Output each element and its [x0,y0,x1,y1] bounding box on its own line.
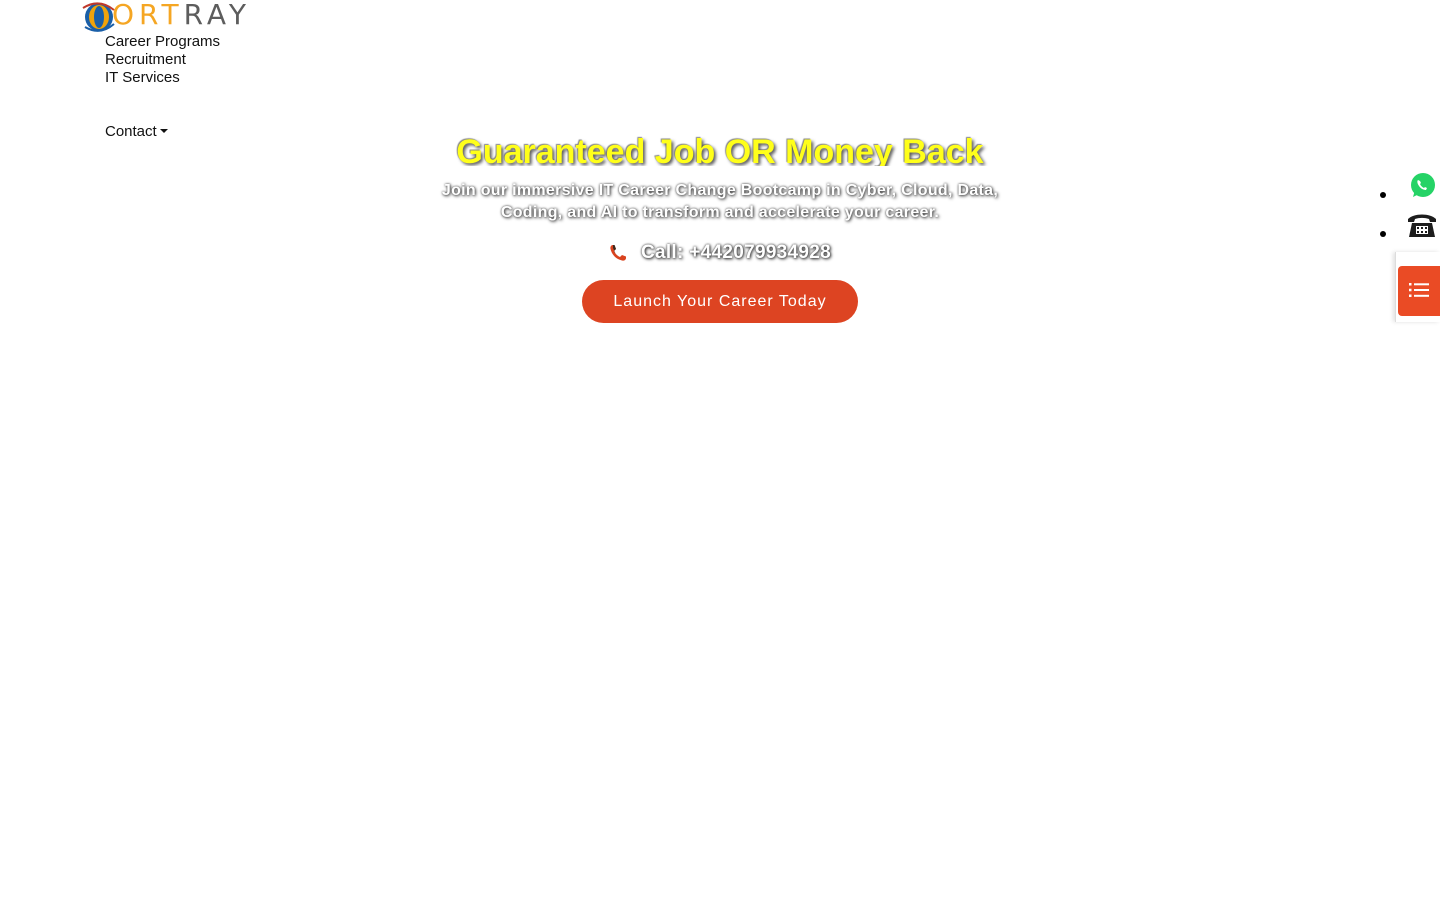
nav-item-recruitment[interactable]: Recruitment [105,51,220,69]
nav-item-it-services[interactable]: IT Services [105,69,220,87]
floating-item-telephone[interactable] [1380,205,1440,244]
hero-section: Guaranteed Job OR Money Back Join our im… [0,128,1440,323]
hero-call-line[interactable]: Call: +442079934928 [0,238,1440,268]
hero-subtitle: Join our immersive IT Career Change Boot… [441,182,999,221]
nav-item-career-programs[interactable]: Career Programs [105,33,220,51]
menu-toggle-button[interactable] [1398,266,1440,316]
nav-link-recruitment[interactable]: Recruitment [105,51,186,68]
globe-logo-icon [80,0,116,34]
main-nav: Career Programs Recruitment IT Services … [105,33,220,141]
hero-call-number[interactable]: Call: +442079934928 [641,242,831,264]
page: ORTRAY Career Programs Recruitment IT Se… [0,0,1440,900]
hero-title: Guaranteed Job OR Money Back [456,133,984,166]
telephone-icon[interactable] [1406,209,1438,241]
launch-career-button[interactable]: Launch Your Career Today [582,280,858,323]
nav-spacer [105,87,220,123]
floating-item-whatsapp[interactable] [1380,166,1440,205]
nav-link-it-services[interactable]: IT Services [105,69,180,86]
logo-wordmark: ORTRAY [112,0,251,31]
floating-contact-list [1380,166,1440,244]
nav-link-career-programs[interactable]: Career Programs [105,33,220,50]
brand-logo[interactable]: ORTRAY [80,0,251,34]
phone-icon [609,244,627,262]
whatsapp-icon[interactable] [1406,170,1438,202]
list-icon [1408,281,1430,302]
